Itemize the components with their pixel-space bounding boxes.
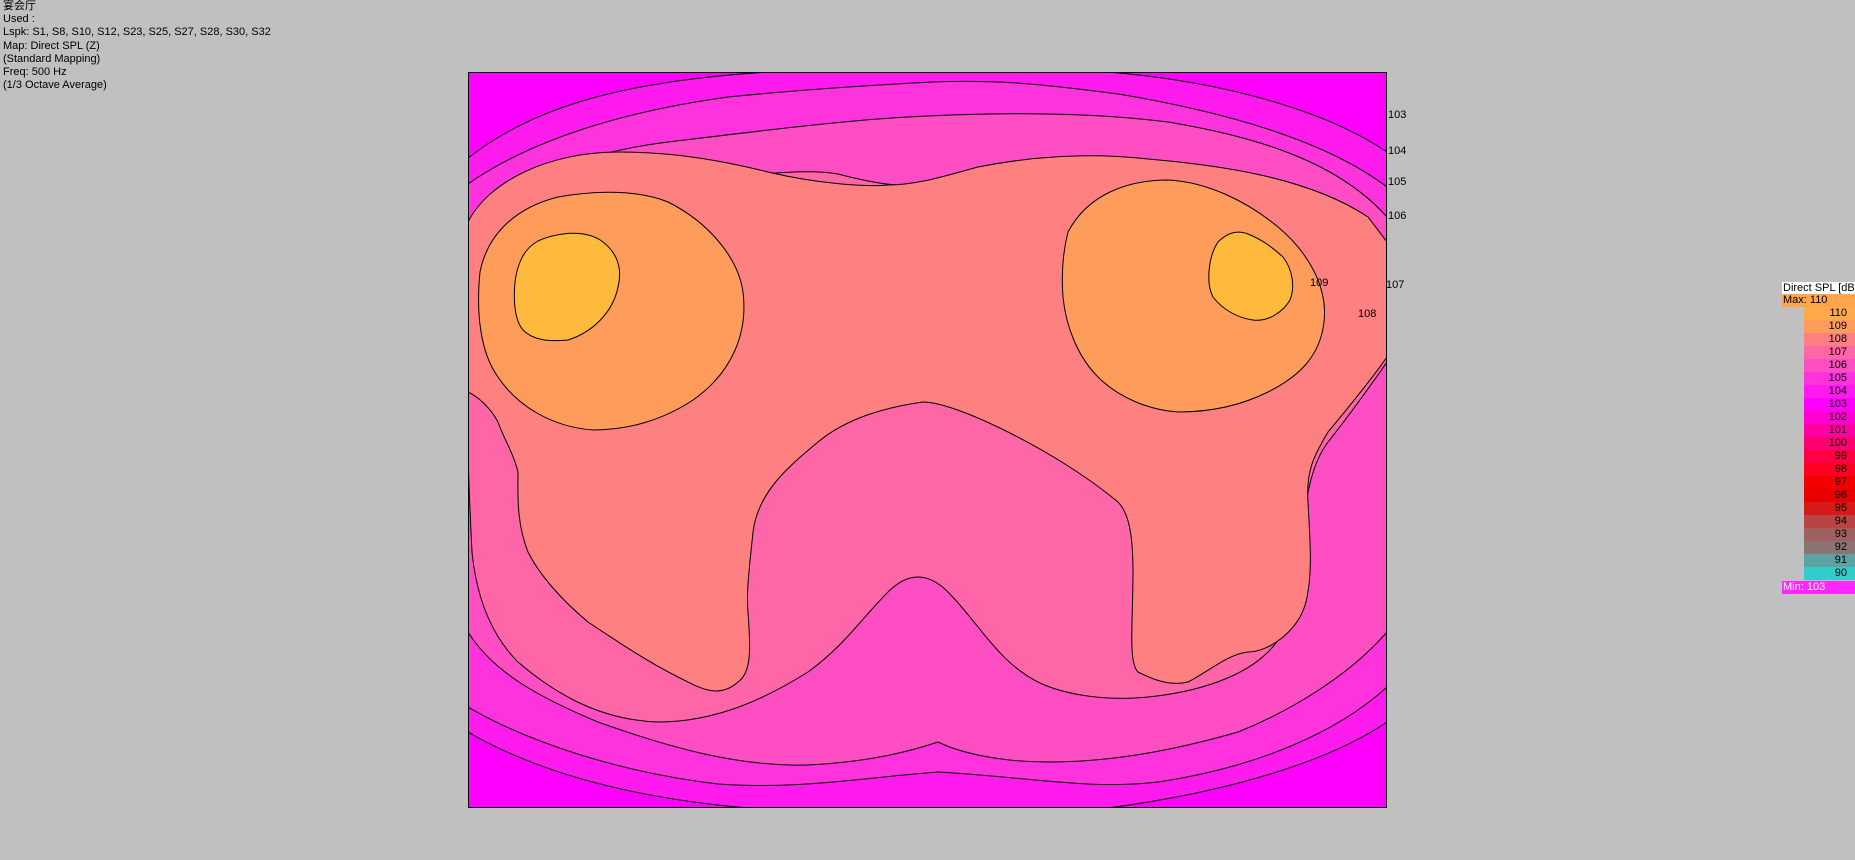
legend-min: Min: 103 — [1782, 581, 1855, 594]
legend-level-98: 98 — [1804, 463, 1855, 476]
contour-label-105: 105 — [1388, 176, 1407, 188]
contour-label-107: 107 — [1386, 279, 1405, 291]
mapping-mode: (Standard Mapping) — [3, 52, 101, 65]
contour-label-108: 108 — [1358, 308, 1377, 320]
frequency: Freq: 500 Hz — [3, 65, 67, 78]
loudspeaker-list: Lspk: S1, S8, S10, S12, S23, S25, S27, S… — [3, 26, 271, 39]
room-name: 宴会厅 — [3, 0, 36, 12]
legend-level-92: 92 — [1804, 541, 1855, 554]
color-legend: Direct SPL [dB] Max: 110 110 109 108 107 106… — [1782, 282, 1855, 594]
map-info-panel: 宴会厅 Used : Lspk: S1, S8, S10, S12, S23, … — [3, 0, 271, 92]
legend-level-96: 96 — [1804, 489, 1855, 502]
legend-level-108: 108 — [1804, 333, 1855, 346]
map-type: Map: Direct SPL (Z) — [3, 39, 100, 52]
legend-level-107: 107 — [1804, 346, 1855, 359]
contour-label-104: 104 — [1388, 145, 1407, 157]
spl-map-area[interactable]: 103 104 105 106 107 108 109 — [468, 72, 1406, 808]
legend-level-101: 101 — [1804, 424, 1855, 437]
legend-level-110: 110 — [1804, 307, 1855, 320]
used-label: Used : — [3, 13, 35, 26]
legend-title: Direct SPL [dB] — [1782, 282, 1855, 294]
contour-label-103: 103 — [1388, 109, 1407, 121]
legend-level-95: 95 — [1804, 502, 1855, 515]
legend-level-104: 104 — [1804, 385, 1855, 398]
legend-scale: 110 109 108 107 106 105 104 103 102 101 100 99 98 97 9… — [1804, 307, 1855, 580]
contour-label-106: 106 — [1388, 210, 1407, 222]
legend-level-97: 97 — [1804, 476, 1855, 489]
legend-level-94: 94 — [1804, 515, 1855, 528]
legend-level-93: 93 — [1804, 528, 1855, 541]
legend-level-105: 105 — [1804, 372, 1855, 385]
legend-level-102: 102 — [1804, 411, 1855, 424]
legend-level-90: 90 — [1804, 567, 1855, 580]
legend-level-100: 100 — [1804, 437, 1855, 450]
legend-level-99: 99 — [1804, 450, 1855, 463]
legend-level-109: 109 — [1804, 320, 1855, 333]
legend-max: Max: 110 — [1782, 294, 1855, 307]
contour-label-109: 109 — [1310, 277, 1329, 289]
legend-level-91: 91 — [1804, 554, 1855, 567]
spl-contour-map[interactable] — [468, 72, 1387, 808]
legend-level-106: 106 — [1804, 359, 1855, 372]
legend-level-103: 103 — [1804, 398, 1855, 411]
averaging: (1/3 Octave Average) — [3, 79, 107, 92]
